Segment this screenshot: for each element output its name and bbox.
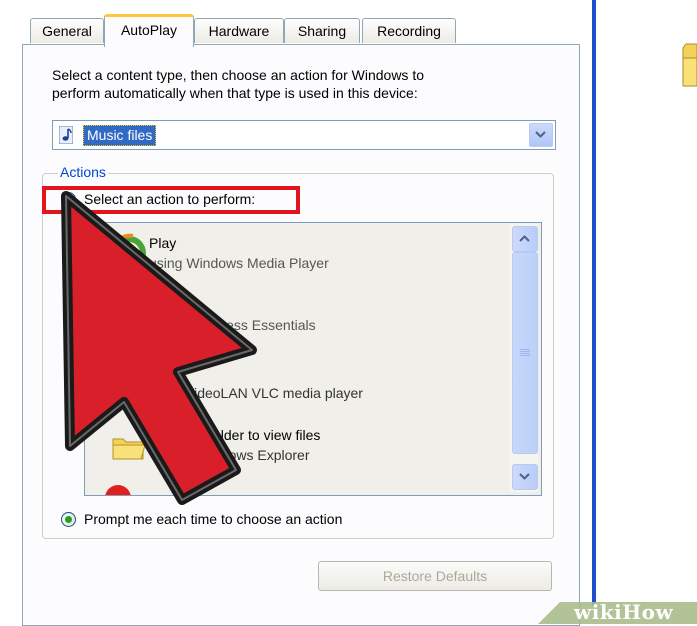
list-item[interactable]: VideoLAN VLC media player: [85, 351, 505, 411]
radio-selected-dot: [65, 516, 72, 523]
radio-prompt[interactable]: [61, 512, 76, 527]
cd-icon: [112, 298, 146, 332]
action-title: Play: [149, 235, 177, 251]
watermark-wiki: wiki: [574, 600, 623, 624]
tab-sharing[interactable]: Sharing: [284, 18, 360, 43]
instruction-text: Select a content type, then choose an ac…: [52, 66, 532, 102]
dialog-border: [592, 0, 596, 606]
instruction-line-2: perform automatically when that type is …: [52, 85, 418, 101]
vlc-icon: [117, 365, 141, 393]
desktop-folder-icon: [682, 43, 697, 87]
action-title: CD: [181, 297, 202, 313]
tab-recording[interactable]: Recording: [362, 18, 456, 43]
tab-autoplay[interactable]: AutoPlay: [104, 14, 194, 47]
action-subtitle: ro Express Essentials: [181, 317, 316, 333]
scroll-up-button[interactable]: [512, 226, 538, 252]
wikihow-watermark: wikiHow: [538, 590, 697, 624]
action-subtitle: using Windows Media Player: [149, 255, 329, 271]
radio-prompt-label[interactable]: Prompt me each time to choose an action: [84, 510, 342, 528]
content-type-dropdown[interactable]: Music files: [52, 120, 556, 150]
scroll-down-button[interactable]: [512, 464, 538, 490]
action-listbox[interactable]: Play using Windows Media Player CD ro Ex…: [84, 222, 542, 496]
scroll-grip: [520, 349, 530, 350]
red-highlight-box: [42, 186, 300, 214]
folder-icon: [112, 438, 146, 460]
scroll-thumb[interactable]: [512, 252, 538, 454]
action-title: older to view files: [213, 427, 321, 443]
restore-defaults-button[interactable]: Restore Defaults: [318, 561, 552, 591]
list-item[interactable]: CD ro Express Essentials: [85, 287, 505, 347]
autoplay-properties-dialog: General AutoPlay Hardware Sharing Record…: [0, 0, 596, 626]
watermark-how: How: [622, 600, 674, 624]
dropdown-selected-value: Music files: [83, 125, 157, 146]
partial-next-item-icon: [105, 485, 131, 495]
dropdown-arrow-button[interactable]: [529, 123, 553, 147]
list-item[interactable]: Play using Windows Media Player: [85, 225, 505, 285]
instruction-line-1: Select a content type, then choose an ac…: [52, 67, 424, 83]
tab-hardware[interactable]: Hardware: [194, 18, 284, 43]
chevron-down-icon: [535, 131, 546, 138]
action-subtitle: VideoLAN VLC media player: [185, 385, 363, 401]
music-note-icon: [59, 126, 73, 144]
action-subtitle: ndows Explorer: [213, 447, 310, 463]
action-list-scrollbar[interactable]: [510, 224, 538, 492]
media-player-icon: [112, 233, 146, 270]
tab-general[interactable]: General: [30, 18, 104, 43]
actions-group-label: Actions: [58, 164, 108, 180]
chevron-down-icon: [519, 473, 530, 480]
list-item[interactable]: older to view files ndows Explorer: [85, 419, 505, 479]
chevron-up-icon: [519, 235, 530, 242]
